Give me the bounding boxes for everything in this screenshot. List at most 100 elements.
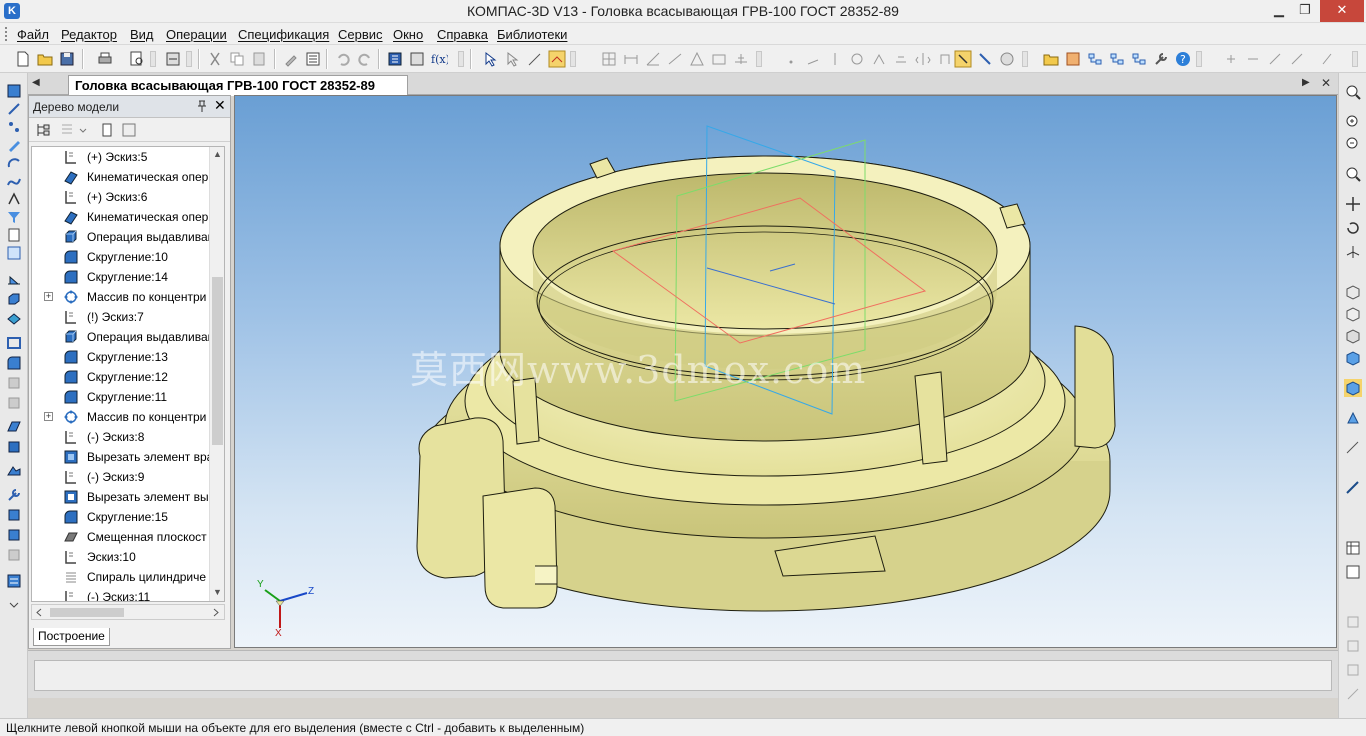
menu-edit[interactable]: Редактор <box>61 27 117 42</box>
arc-panel-icon[interactable] <box>6 155 22 171</box>
tree-item[interactable]: (!) Эскиз:7 <box>32 307 224 327</box>
shaded-edges-icon[interactable] <box>1344 379 1362 397</box>
menubar-grip[interactable] <box>5 27 9 41</box>
redo-icon[interactable] <box>356 50 374 68</box>
format-brush-icon[interactable] <box>282 50 300 68</box>
frame-panel-icon[interactable] <box>6 335 22 351</box>
measure-distance-icon[interactable] <box>1244 50 1262 68</box>
properties-icon[interactable] <box>304 50 322 68</box>
print-icon[interactable] <box>96 50 114 68</box>
report-view-icon[interactable] <box>1344 563 1362 581</box>
scroll-up-icon[interactable]: ▲ <box>213 149 222 159</box>
scroll-right-icon[interactable] <box>212 608 220 617</box>
tree-item[interactable]: Скругление:15 <box>32 507 224 527</box>
surface-panel-icon[interactable] <box>6 419 22 435</box>
library-tree-icon[interactable] <box>1086 50 1104 68</box>
tree-item[interactable]: (-) Эскиз:8 <box>32 427 224 447</box>
sketch-mode-icon[interactable] <box>526 50 544 68</box>
save-icon[interactable] <box>58 50 76 68</box>
tree-item[interactable]: Вырезать элемент вы <box>32 487 224 507</box>
tree-item[interactable]: Смещенная плоскост <box>32 527 224 547</box>
tools-panel-icon[interactable] <box>6 487 22 503</box>
toolbar-overflow-dropdown-2[interactable] <box>570 51 576 67</box>
tree-structure-icon[interactable] <box>35 122 51 138</box>
tree-item[interactable]: Скругление:10 <box>32 247 224 267</box>
tree-item[interactable]: + Массив по концентри <box>32 287 224 307</box>
circle-icon[interactable] <box>848 50 866 68</box>
tree-filter-icon[interactable] <box>121 122 137 138</box>
active-tool-icon[interactable] <box>548 50 566 68</box>
document-panel-icon[interactable] <box>6 227 22 243</box>
parallel-icon[interactable] <box>936 50 954 68</box>
spec-panel-icon[interactable] <box>6 463 22 479</box>
section-icon[interactable] <box>1344 439 1362 457</box>
geometry-panel-icon[interactable] <box>6 83 22 99</box>
model-tree-toggle-icon[interactable] <box>386 50 404 68</box>
tree-item[interactable]: + Массив по концентри <box>32 407 224 427</box>
zoom-window-icon[interactable] <box>1344 83 1362 101</box>
orientation-icon[interactable] <box>1344 243 1362 261</box>
close-window-button[interactable]: ✕ <box>1320 0 1364 22</box>
menu-specification[interactable]: Спецификация <box>238 27 329 42</box>
scroll-left-icon[interactable] <box>35 608 43 617</box>
orbit-icon[interactable] <box>998 50 1016 68</box>
expand-panel-icon[interactable] <box>6 595 22 611</box>
manager-icon[interactable] <box>164 50 182 68</box>
deselect-icon[interactable] <box>504 50 522 68</box>
zoom-in-icon[interactable] <box>1344 113 1362 131</box>
inactive-panel-icon-2[interactable] <box>6 395 22 411</box>
tree-vertical-scrollbar[interactable]: ▲ ▼ <box>209 147 224 601</box>
tools-wrench-icon[interactable] <box>1152 50 1170 68</box>
tree-display-mode-icon[interactable] <box>59 122 75 138</box>
line-icon[interactable] <box>666 50 684 68</box>
triangle-icon[interactable] <box>688 50 706 68</box>
shaded-icon[interactable] <box>1344 349 1362 367</box>
tab-scroll-right-icon[interactable]: ▶ <box>1302 77 1310 88</box>
vertical-line-icon[interactable] <box>826 50 844 68</box>
tree-horizontal-scrollbar[interactable] <box>31 604 225 620</box>
zoom-out-icon[interactable] <box>1344 135 1362 153</box>
menu-file[interactable]: Файл <box>17 27 49 42</box>
close-document-icon[interactable]: ✕ <box>1321 76 1331 90</box>
library-manager-icon[interactable] <box>1064 50 1082 68</box>
tree-item[interactable]: (-) Эскиз:11 <box>32 587 224 601</box>
paste-icon[interactable] <box>250 50 268 68</box>
tree-display-dropdown-icon[interactable] <box>79 122 95 138</box>
function-fx-icon[interactable]: f(x) <box>430 50 450 68</box>
angle-dimension-icon[interactable] <box>644 50 662 68</box>
tree-item[interactable]: (+) Эскиз:6 <box>32 187 224 207</box>
snap-icon[interactable] <box>976 50 994 68</box>
measure-mass-icon[interactable] <box>1318 50 1336 68</box>
grid-icon[interactable] <box>600 50 618 68</box>
pan-icon[interactable] <box>1344 195 1362 213</box>
toolbar-overflow-dropdown-5[interactable] <box>1196 51 1202 67</box>
axis-line-icon[interactable] <box>804 50 822 68</box>
document-tab[interactable]: Головка всасывающая ГРВ-100 ГОСТ 28352-8… <box>68 75 408 96</box>
assembly-panel-icon[interactable] <box>6 311 22 327</box>
measure-angle-icon[interactable] <box>1266 50 1284 68</box>
sketch-panel-icon[interactable] <box>6 101 22 117</box>
rectangle-dimension-icon[interactable] <box>710 50 728 68</box>
curve-panel-icon[interactable] <box>6 173 22 189</box>
tree-item[interactable]: (-) Эскиз:9 <box>32 467 224 487</box>
tree-item[interactable]: Кинематическая опер <box>32 207 224 227</box>
symmetry-icon[interactable] <box>914 50 932 68</box>
tree-item[interactable]: Скругление:13 <box>32 347 224 367</box>
cut-icon[interactable] <box>206 50 224 68</box>
tab-construction[interactable]: Построение <box>33 628 110 646</box>
disabled-tool-icon-3[interactable] <box>1344 661 1362 679</box>
library-parts-icon[interactable] <box>1108 50 1126 68</box>
tree-item[interactable]: Скругление:11 <box>32 387 224 407</box>
toolbar-overflow-dropdown-6[interactable] <box>1352 51 1358 67</box>
tree-scroll-thumb[interactable] <box>212 277 223 445</box>
disabled-tool-icon-4[interactable] <box>1344 685 1362 703</box>
restore-button[interactable]: ❐ <box>1290 0 1320 22</box>
menu-libraries[interactable]: Библиотеки <box>497 27 567 42</box>
disabled-tool-icon-1[interactable] <box>1344 613 1362 631</box>
view-panel-icon[interactable] <box>6 245 22 261</box>
toolbar-overflow-dropdown[interactable] <box>458 51 464 67</box>
inactive-panel-icon-1[interactable] <box>6 375 22 391</box>
points-panel-icon[interactable] <box>6 119 22 135</box>
hatch-icon[interactable] <box>732 50 750 68</box>
undo-icon[interactable] <box>334 50 352 68</box>
